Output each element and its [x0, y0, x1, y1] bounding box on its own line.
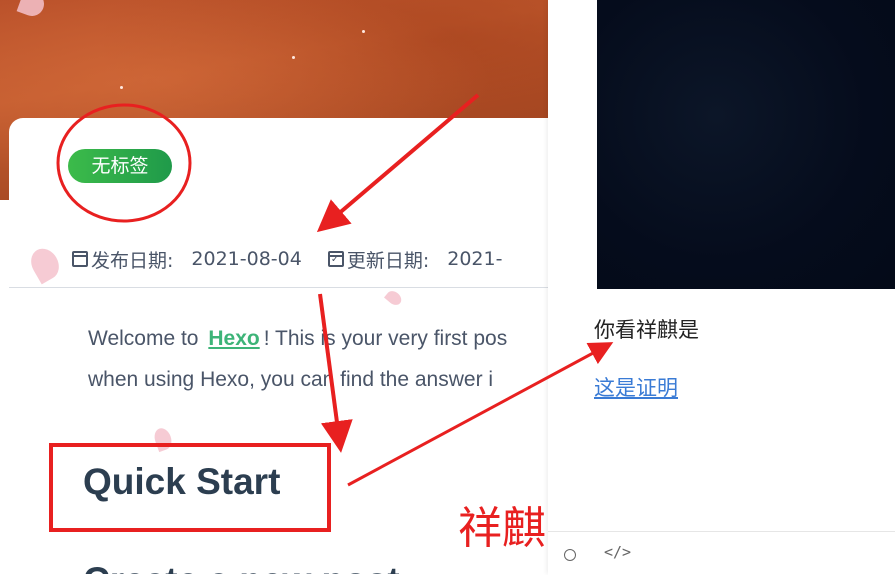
updated-date: 2021- — [447, 248, 503, 270]
published-label: 发布日期: — [91, 249, 174, 272]
intro-line-1: Welcome to Hexo! This is your very first… — [88, 327, 507, 351]
intro-line-2: when using Hexo, you can find the answer… — [88, 368, 494, 391]
blog-post-panel: 无标签 发布日期: 2021-08-04 更新日期: 2021- Welcome… — [0, 0, 548, 574]
hexo-link[interactable]: Hexo — [208, 327, 259, 350]
published-date: 2021-08-04 — [191, 248, 302, 270]
updated-label: 更新日期: — [346, 249, 430, 272]
annotation-label: 祥麒 — [458, 503, 546, 554]
intro-text: Welcome to — [88, 327, 199, 350]
preview-panel: 你看祥麒是 这是证明 </> — [548, 0, 895, 575]
code-icon[interactable]: </> — [604, 543, 631, 561]
proof-link[interactable]: 这是证明 — [594, 372, 678, 402]
preview-image — [597, 0, 895, 289]
preview-toolbar: </> — [548, 531, 895, 575]
post-meta: 发布日期: 2021-08-04 更新日期: 2021- — [72, 244, 502, 274]
quick-start-heading: Quick Start — [83, 461, 281, 502]
calendar-check-icon — [327, 251, 344, 267]
tag-badge[interactable]: 无标签 — [68, 149, 172, 183]
meta-divider — [9, 287, 548, 288]
intro-text-cont: ! This is your very first pos — [263, 327, 508, 350]
preview-caption: 你看祥麒是 — [594, 318, 699, 342]
circle-icon[interactable] — [564, 549, 576, 561]
next-section-heading: Create a new post — [83, 560, 400, 574]
calendar-icon — [72, 251, 88, 267]
